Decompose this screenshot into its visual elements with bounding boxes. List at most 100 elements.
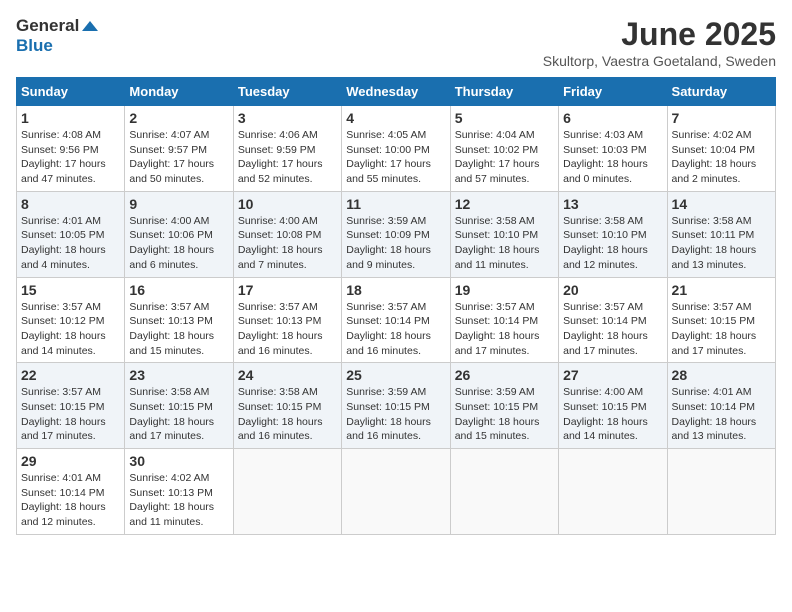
day-number: 12: [455, 196, 554, 212]
day-info: Sunrise: 3:57 AMSunset: 10:14 PMDaylight…: [455, 300, 554, 359]
empty-cell: [342, 449, 450, 535]
weekday-header-friday: Friday: [559, 78, 667, 106]
day-number: 27: [563, 367, 662, 383]
day-info: Sunrise: 3:57 AMSunset: 10:13 PMDaylight…: [238, 300, 337, 359]
day-number: 8: [21, 196, 120, 212]
day-info: Sunrise: 3:57 AMSunset: 10:14 PMDaylight…: [563, 300, 662, 359]
day-number: 17: [238, 282, 337, 298]
day-info: Sunrise: 4:00 AMSunset: 10:06 PMDaylight…: [129, 214, 228, 273]
calendar-day-cell: 11 Sunrise: 3:59 AMSunset: 10:09 PMDaylig…: [342, 191, 450, 277]
calendar-day-cell: 26 Sunrise: 3:59 AMSunset: 10:15 PMDaylig…: [450, 363, 558, 449]
calendar-day-cell: 20 Sunrise: 3:57 AMSunset: 10:14 PMDaylig…: [559, 277, 667, 363]
calendar-week-row: 29 Sunrise: 4:01 AMSunset: 10:14 PMDaylig…: [17, 449, 776, 535]
calendar-day-cell: 25 Sunrise: 3:59 AMSunset: 10:15 PMDaylig…: [342, 363, 450, 449]
day-number: 5: [455, 110, 554, 126]
day-number: 15: [21, 282, 120, 298]
day-info: Sunrise: 3:58 AMSunset: 10:10 PMDaylight…: [455, 214, 554, 273]
weekday-header-thursday: Thursday: [450, 78, 558, 106]
calendar-day-cell: 15 Sunrise: 3:57 AMSunset: 10:12 PMDaylig…: [17, 277, 125, 363]
calendar-day-cell: 22Sunrise: 3:57 AMSunset: 10:15 PMDaylig…: [17, 363, 125, 449]
weekday-header-sunday: Sunday: [17, 78, 125, 106]
calendar-day-cell: 30Sunrise: 4:02 AMSunset: 10:13 PMDaylig…: [125, 449, 233, 535]
empty-cell: [559, 449, 667, 535]
day-info: Sunrise: 3:57 AMSunset: 10:14 PMDaylight…: [346, 300, 445, 359]
weekday-header-wednesday: Wednesday: [342, 78, 450, 106]
day-number: 20: [563, 282, 662, 298]
day-number: 28: [672, 367, 771, 383]
day-info: Sunrise: 4:06 AMSunset: 9:59 PMDaylight:…: [238, 128, 337, 187]
day-number: 1: [21, 110, 120, 126]
day-number: 3: [238, 110, 337, 126]
day-info: Sunrise: 3:57 AMSunset: 10:15 PMDaylight…: [21, 385, 120, 444]
calendar-week-row: 22Sunrise: 3:57 AMSunset: 10:15 PMDaylig…: [17, 363, 776, 449]
day-info: Sunrise: 4:05 AMSunset: 10:00 PMDaylight…: [346, 128, 445, 187]
calendar-day-cell: 27 Sunrise: 4:00 AMSunset: 10:15 PMDaylig…: [559, 363, 667, 449]
location-title: Skultorp, Vaestra Goetaland, Sweden: [543, 53, 776, 69]
day-info: Sunrise: 3:59 AMSunset: 10:15 PMDaylight…: [346, 385, 445, 444]
day-info: Sunrise: 3:58 AMSunset: 10:15 PMDaylight…: [129, 385, 228, 444]
calendar-table: SundayMondayTuesdayWednesdayThursdayFrid…: [16, 77, 776, 535]
day-info: Sunrise: 4:01 AMSunset: 10:14 PMDaylight…: [21, 471, 120, 530]
day-info: Sunrise: 3:59 AMSunset: 10:15 PMDaylight…: [455, 385, 554, 444]
day-number: 25: [346, 367, 445, 383]
day-number: 16: [129, 282, 228, 298]
day-number: 4: [346, 110, 445, 126]
day-number: 21: [672, 282, 771, 298]
empty-cell: [233, 449, 341, 535]
calendar-day-cell: 7 Sunrise: 4:02 AMSunset: 10:04 PMDayligh…: [667, 106, 775, 192]
calendar-day-cell: 14 Sunrise: 3:58 AMSunset: 10:11 PMDaylig…: [667, 191, 775, 277]
day-info: Sunrise: 4:02 AMSunset: 10:04 PMDaylight…: [672, 128, 771, 187]
calendar-week-row: 1 Sunrise: 4:08 AMSunset: 9:56 PMDaylight…: [17, 106, 776, 192]
calendar-day-cell: 1 Sunrise: 4:08 AMSunset: 9:56 PMDaylight…: [17, 106, 125, 192]
logo-text: General Blue: [16, 16, 98, 55]
day-number: 13: [563, 196, 662, 212]
day-info: Sunrise: 4:08 AMSunset: 9:56 PMDaylight:…: [21, 128, 120, 187]
day-number: 24: [238, 367, 337, 383]
day-info: Sunrise: 4:01 AMSunset: 10:05 PMDaylight…: [21, 214, 120, 273]
day-info: Sunrise: 3:57 AMSunset: 10:13 PMDaylight…: [129, 300, 228, 359]
calendar-day-cell: 19 Sunrise: 3:57 AMSunset: 10:14 PMDaylig…: [450, 277, 558, 363]
day-number: 9: [129, 196, 228, 212]
empty-cell: [450, 449, 558, 535]
calendar-day-cell: 5 Sunrise: 4:04 AMSunset: 10:02 PMDayligh…: [450, 106, 558, 192]
day-number: 29: [21, 453, 120, 469]
day-number: 26: [455, 367, 554, 383]
calendar-day-cell: 12 Sunrise: 3:58 AMSunset: 10:10 PMDaylig…: [450, 191, 558, 277]
day-number: 19: [455, 282, 554, 298]
day-number: 11: [346, 196, 445, 212]
day-info: Sunrise: 3:58 AMSunset: 10:11 PMDaylight…: [672, 214, 771, 273]
weekday-header-tuesday: Tuesday: [233, 78, 341, 106]
day-info: Sunrise: 3:57 AMSunset: 10:15 PMDaylight…: [672, 300, 771, 359]
day-info: Sunrise: 4:00 AMSunset: 10:15 PMDaylight…: [563, 385, 662, 444]
calendar-day-cell: 21 Sunrise: 3:57 AMSunset: 10:15 PMDaylig…: [667, 277, 775, 363]
calendar-day-cell: 28Sunrise: 4:01 AMSunset: 10:14 PMDaylig…: [667, 363, 775, 449]
calendar-day-cell: 16 Sunrise: 3:57 AMSunset: 10:13 PMDaylig…: [125, 277, 233, 363]
calendar-day-cell: 29 Sunrise: 4:01 AMSunset: 10:14 PMDaylig…: [17, 449, 125, 535]
day-info: Sunrise: 4:03 AMSunset: 10:03 PMDaylight…: [563, 128, 662, 187]
logo: General Blue: [16, 16, 98, 55]
day-number: 2: [129, 110, 228, 126]
day-number: 14: [672, 196, 771, 212]
day-info: Sunrise: 3:59 AMSunset: 10:09 PMDaylight…: [346, 214, 445, 273]
calendar-day-cell: 23 Sunrise: 3:58 AMSunset: 10:15 PMDaylig…: [125, 363, 233, 449]
day-number: 7: [672, 110, 771, 126]
day-number: 23: [129, 367, 228, 383]
day-info: Sunrise: 4:00 AMSunset: 10:08 PMDaylight…: [238, 214, 337, 273]
calendar-day-cell: 24 Sunrise: 3:58 AMSunset: 10:15 PMDaylig…: [233, 363, 341, 449]
weekday-header-saturday: Saturday: [667, 78, 775, 106]
day-number: 10: [238, 196, 337, 212]
title-area: June 2025 Skultorp, Vaestra Goetaland, S…: [543, 16, 776, 69]
weekday-header-row: SundayMondayTuesdayWednesdayThursdayFrid…: [17, 78, 776, 106]
calendar-day-cell: 3 Sunrise: 4:06 AMSunset: 9:59 PMDaylight…: [233, 106, 341, 192]
calendar-week-row: 8 Sunrise: 4:01 AMSunset: 10:05 PMDayligh…: [17, 191, 776, 277]
calendar-day-cell: 9 Sunrise: 4:00 AMSunset: 10:06 PMDayligh…: [125, 191, 233, 277]
calendar-day-cell: 13Sunrise: 3:58 AMSunset: 10:10 PMDaylig…: [559, 191, 667, 277]
page-header: General Blue June 2025 Skultorp, Vaestra…: [16, 16, 776, 69]
calendar-day-cell: 8 Sunrise: 4:01 AMSunset: 10:05 PMDayligh…: [17, 191, 125, 277]
day-info: Sunrise: 4:04 AMSunset: 10:02 PMDaylight…: [455, 128, 554, 187]
day-info: Sunrise: 3:57 AMSunset: 10:12 PMDaylight…: [21, 300, 120, 359]
day-info: Sunrise: 4:07 AMSunset: 9:57 PMDaylight:…: [129, 128, 228, 187]
day-info: Sunrise: 4:02 AMSunset: 10:13 PMDaylight…: [129, 471, 228, 530]
day-info: Sunrise: 3:58 AMSunset: 10:15 PMDaylight…: [238, 385, 337, 444]
month-title: June 2025: [543, 16, 776, 53]
